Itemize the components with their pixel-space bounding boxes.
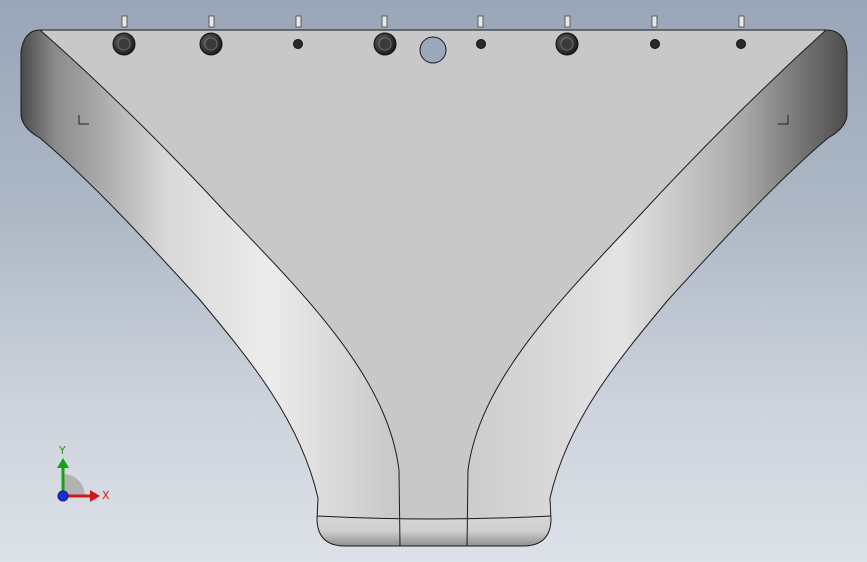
model-viewport[interactable] — [0, 0, 867, 562]
coordinate-triad[interactable]: Y X — [40, 438, 130, 518]
z-axis-dot-icon — [57, 490, 69, 502]
center-hole[interactable] — [419, 36, 447, 64]
fastener-4[interactable] — [373, 15, 397, 56]
part-top-face[interactable] — [40, 30, 826, 518]
fastener-1[interactable] — [112, 15, 136, 56]
fastener-2[interactable] — [199, 15, 223, 56]
fastener-6[interactable] — [555, 15, 579, 56]
x-axis-label: X — [102, 489, 110, 502]
y-axis-label: Y — [58, 444, 66, 457]
part-bottom-lip — [317, 516, 551, 546]
